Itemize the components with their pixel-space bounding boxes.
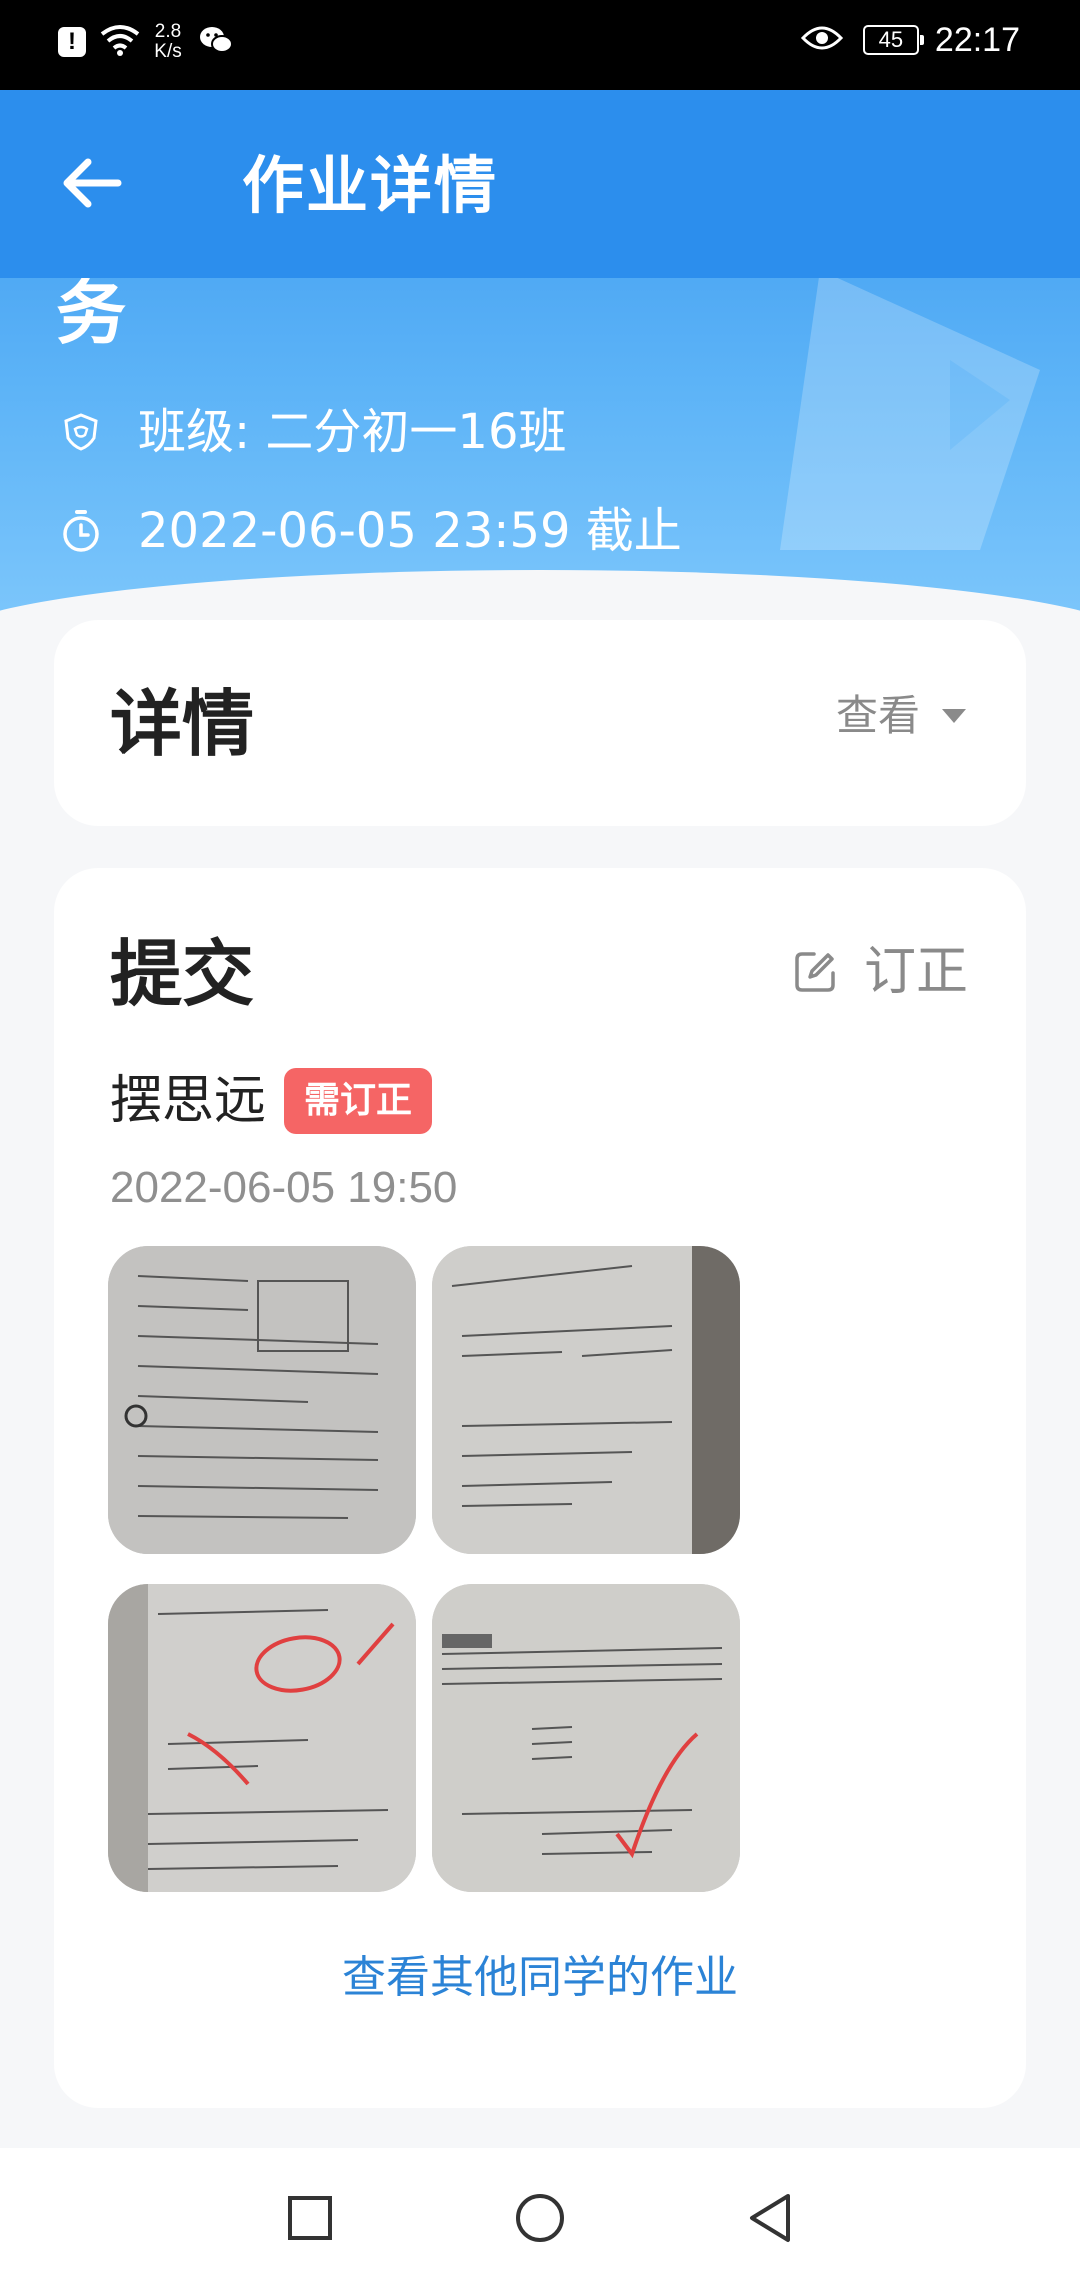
submission-time: 2022-06-05 19:50 — [110, 1163, 458, 1212]
system-nav-bar — [0, 2148, 1080, 2280]
submission-title: 提交 — [110, 932, 255, 1016]
decorative-shape-icon — [780, 270, 1040, 550]
eye-icon — [800, 24, 843, 56]
student-row: 摆思远 需订正 — [110, 1068, 433, 1134]
status-bar: ! 2.8 K/s 45 22:17 — [0, 0, 1080, 90]
app-bar: 作业详情 — [0, 90, 1080, 278]
homework-photo-2[interactable] — [432, 1246, 740, 1554]
edit-icon — [792, 949, 838, 995]
battery-icon: 45 — [862, 25, 924, 55]
network-speed: 2.8 K/s — [154, 21, 182, 62]
deadline-row: 2022-06-05 23:59 截止 — [58, 503, 682, 559]
class-row: 班级: 二分初一16班 — [58, 404, 567, 460]
assignment-title: 务 — [56, 278, 126, 348]
student-name: 摆思远 — [110, 1071, 267, 1131]
details-title: 详情 — [110, 682, 255, 766]
status-badge: 需订正 — [284, 1068, 433, 1134]
homework-photo-4[interactable] — [432, 1584, 740, 1892]
square-icon — [288, 2196, 332, 2240]
recent-apps-button[interactable] — [282, 2190, 338, 2246]
arrow-left-icon — [63, 158, 122, 208]
submission-card: 提交 订正 摆思远 需订正 2022-06-05 19:50 查看其他同学的作业 — [54, 868, 1026, 2108]
correct-button[interactable]: 订正 — [792, 942, 968, 1002]
caret-down-icon — [942, 709, 966, 723]
alert-icon: ! — [58, 27, 86, 57]
page-title: 作业详情 — [242, 149, 499, 222]
class-label: 班级: 二分初一16班 — [138, 404, 567, 460]
hero-curve — [0, 570, 1080, 620]
details-card: 详情 查看 — [54, 620, 1026, 826]
timer-icon — [58, 508, 104, 554]
shield-icon — [58, 409, 104, 455]
view-details-toggle[interactable]: 查看 — [836, 688, 966, 744]
wechat-icon — [198, 25, 234, 59]
wifi-icon — [100, 24, 140, 60]
triangle-back-icon — [750, 2194, 790, 2242]
system-back-button[interactable] — [742, 2190, 798, 2246]
home-button[interactable] — [512, 2190, 568, 2246]
homework-photo-1[interactable] — [108, 1246, 416, 1554]
clock-time: 22:17 — [934, 21, 1020, 59]
view-others-homework-link[interactable]: 查看其他同学的作业 — [54, 1948, 1026, 2008]
correct-label: 订正 — [863, 942, 968, 1002]
back-button[interactable] — [52, 148, 132, 218]
view-label: 查看 — [835, 691, 920, 740]
homework-photo-3[interactable] — [108, 1584, 416, 1892]
deadline-label: 2022-06-05 23:59 截止 — [138, 503, 682, 559]
circle-icon — [516, 2194, 564, 2242]
